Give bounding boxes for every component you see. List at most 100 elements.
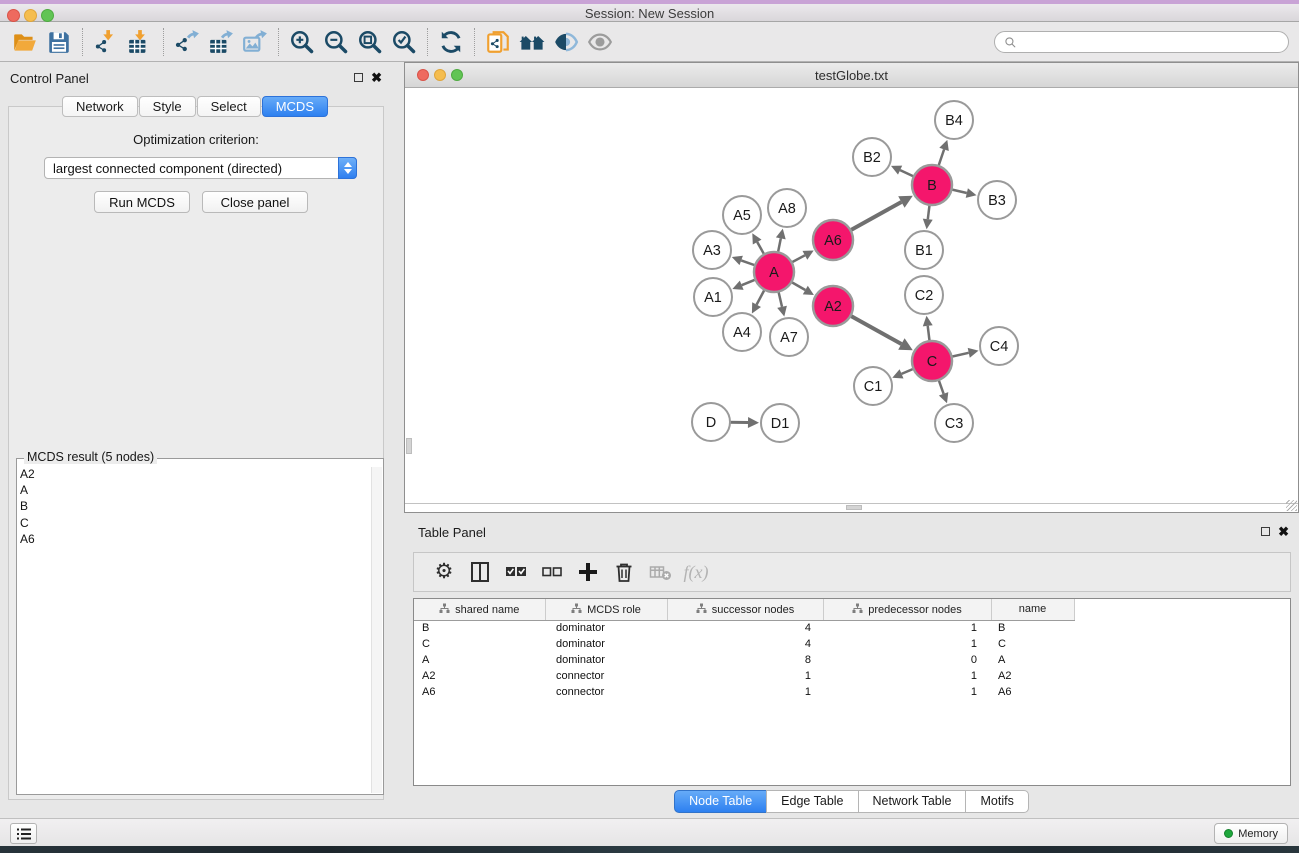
cell[interactable]: 1 (823, 620, 991, 636)
zoom-fit-icon[interactable] (353, 27, 387, 57)
export-image-icon[interactable] (238, 27, 272, 57)
export-network-icon[interactable] (170, 27, 204, 57)
cell[interactable]: 1 (667, 668, 823, 684)
tab-node-table[interactable]: Node Table (674, 790, 767, 813)
import-network-icon[interactable] (89, 27, 123, 57)
horizontal-scroll-thumb[interactable] (846, 505, 862, 510)
cell[interactable]: 0 (823, 652, 991, 668)
result-scrollbar[interactable] (371, 467, 382, 793)
result-item-a2[interactable]: A2 (20, 466, 368, 482)
run-mcds-button[interactable]: Run MCDS (94, 191, 190, 213)
cell-filler (1074, 668, 1290, 684)
cell[interactable]: A6 (991, 684, 1074, 700)
cell[interactable]: 1 (823, 668, 991, 684)
cell[interactable]: A (414, 652, 545, 668)
table-row[interactable]: A6connector11A6 (414, 684, 1290, 700)
float-panel-icon[interactable] (354, 73, 363, 82)
cell[interactable]: C (414, 636, 545, 652)
column-header-successor-nodes[interactable]: successor nodes (667, 599, 823, 620)
cell[interactable]: 8 (667, 652, 823, 668)
column-header-MCDS-role[interactable]: MCDS role (545, 599, 667, 620)
graph-node-label-A7: A7 (780, 330, 798, 346)
network-window-titlebar[interactable]: testGlobe.txt (405, 63, 1298, 88)
column-header-predecessor-nodes[interactable]: predecessor nodes (823, 599, 991, 620)
cell[interactable]: B (414, 620, 545, 636)
toolbar-separator (427, 28, 428, 56)
result-item-c[interactable]: C (20, 515, 368, 531)
zoom-out-icon[interactable] (319, 27, 353, 57)
home-view-icon[interactable] (515, 27, 549, 57)
select-all-columns-icon[interactable] (498, 557, 534, 587)
tab-network[interactable]: Network (62, 96, 138, 117)
cell[interactable]: A2 (414, 668, 545, 684)
mcds-panel: Optimization criterion: largest connecte… (8, 106, 384, 800)
tab-motifs[interactable]: Motifs (965, 790, 1028, 813)
cell[interactable]: 4 (667, 636, 823, 652)
cell[interactable]: dominator (545, 620, 667, 636)
cell[interactable]: A (991, 652, 1074, 668)
column-header-shared-name[interactable]: shared name (414, 599, 545, 620)
optimization-criterion-value: largest connected component (directed) (45, 161, 338, 176)
save-session-icon[interactable] (42, 27, 76, 57)
mcds-result-box: MCDS result (5 nodes) A2ABCA6 (16, 458, 384, 795)
result-item-b[interactable]: B (20, 498, 368, 514)
import-table-icon[interactable] (123, 27, 157, 57)
open-session-icon[interactable] (8, 27, 42, 57)
cell[interactable]: dominator (545, 636, 667, 652)
graph-edge-A2-C[interactable] (849, 315, 902, 344)
table-settings-icon[interactable]: ⚙ (426, 557, 462, 587)
main-toolbar (0, 22, 1299, 62)
vertical-scroll-thumb[interactable] (406, 438, 412, 454)
zoom-in-icon[interactable] (285, 27, 319, 57)
graph-node-label-B: B (927, 178, 937, 194)
cell[interactable]: 1 (667, 684, 823, 700)
close-panel-icon[interactable]: ✖ (371, 72, 382, 83)
cell[interactable]: A6 (414, 684, 545, 700)
window-resize-grip[interactable] (1286, 500, 1297, 511)
add-column-icon[interactable] (570, 557, 606, 587)
tab-select[interactable]: Select (197, 96, 261, 117)
cell[interactable]: 1 (823, 636, 991, 652)
graph-node-label-A6: A6 (824, 233, 842, 249)
tab-style[interactable]: Style (139, 96, 196, 117)
delete-column-icon[interactable] (606, 557, 642, 587)
cell[interactable]: connector (545, 668, 667, 684)
result-item-a[interactable]: A (20, 482, 368, 498)
hide-graphics-details-icon[interactable] (549, 27, 583, 57)
result-item-a6[interactable]: A6 (20, 531, 368, 547)
toolbar-separator (82, 28, 83, 56)
column-view-icon[interactable] (462, 557, 498, 587)
column-header-name[interactable]: name (991, 599, 1074, 620)
tab-mcds[interactable]: MCDS (262, 96, 328, 117)
tab-edge-table[interactable]: Edge Table (766, 790, 858, 813)
table-row[interactable]: Adominator80A (414, 652, 1290, 668)
float-table-panel-icon[interactable] (1261, 527, 1270, 536)
mcds-result-title: MCDS result (5 nodes) (24, 450, 157, 464)
unselect-all-columns-icon[interactable] (534, 557, 570, 587)
zoom-selected-icon[interactable] (387, 27, 421, 57)
close-table-panel-icon[interactable]: ✖ (1278, 526, 1289, 537)
clone-network-icon[interactable] (481, 27, 515, 57)
memory-button[interactable]: Memory (1214, 823, 1288, 844)
cell[interactable]: 4 (667, 620, 823, 636)
tab-network-table[interactable]: Network Table (858, 790, 967, 813)
cell[interactable]: B (991, 620, 1074, 636)
table-row[interactable]: Cdominator41C (414, 636, 1290, 652)
task-history-button[interactable] (10, 823, 37, 844)
table-row[interactable]: A2connector11A2 (414, 668, 1290, 684)
graph-node-label-B4: B4 (945, 113, 963, 129)
table-panel-title: Table Panel (418, 525, 486, 540)
search-input[interactable] (994, 31, 1289, 53)
close-panel-button[interactable]: Close panel (202, 191, 308, 213)
graph-edge-A6-B[interactable] (849, 202, 902, 231)
table-row[interactable]: Bdominator41B (414, 620, 1290, 636)
cell[interactable]: dominator (545, 652, 667, 668)
network-canvas[interactable]: AA1A2A3A4A5A6A7A8BB1B2B3B4CC1C2C3C4DD1 (405, 88, 1298, 504)
export-table-icon[interactable] (204, 27, 238, 57)
optimization-criterion-select[interactable]: largest connected component (directed) (44, 157, 357, 179)
cell[interactable]: 1 (823, 684, 991, 700)
cell[interactable]: connector (545, 684, 667, 700)
refresh-layout-icon[interactable] (434, 27, 468, 57)
cell[interactable]: C (991, 636, 1074, 652)
cell[interactable]: A2 (991, 668, 1074, 684)
